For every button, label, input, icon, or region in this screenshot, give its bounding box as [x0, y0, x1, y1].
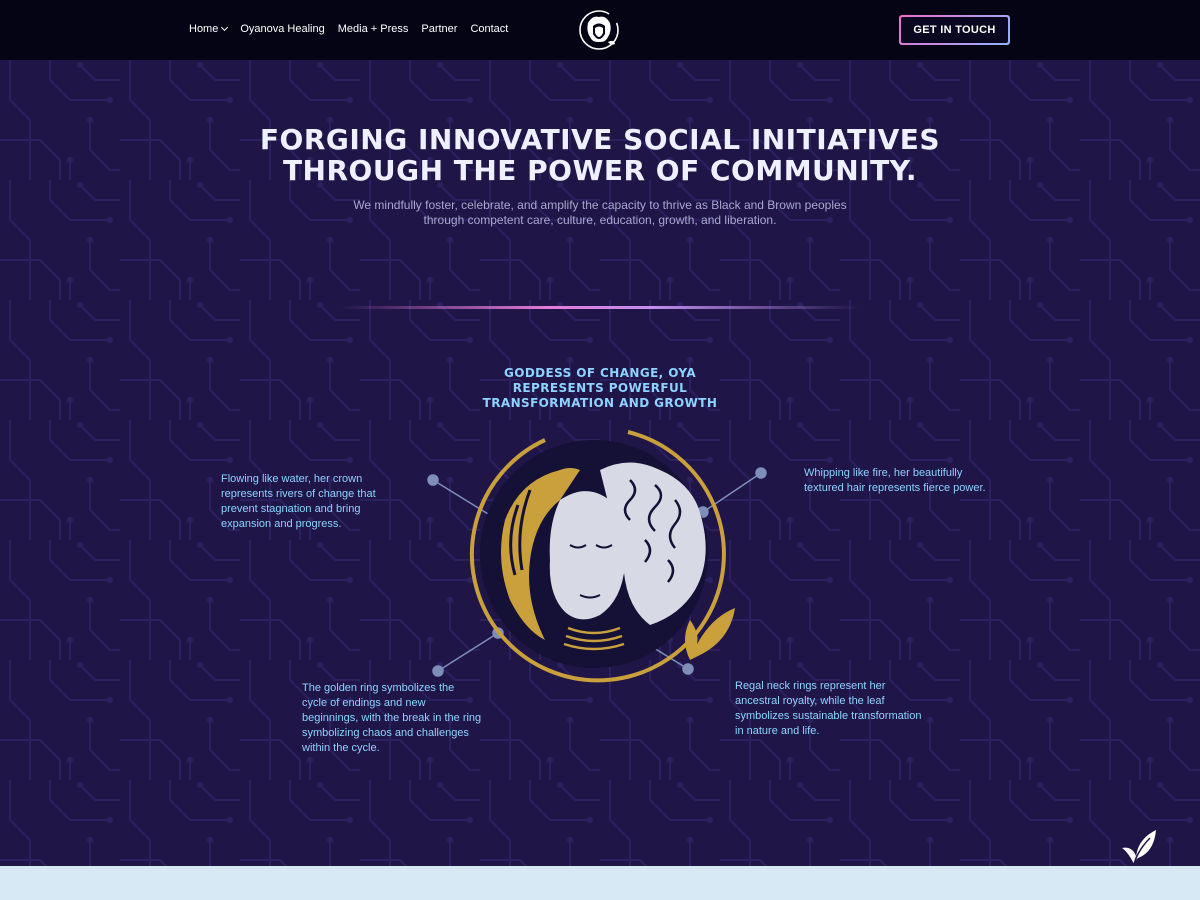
oya-emblem	[427, 430, 767, 683]
next-section-band	[0, 866, 1200, 900]
hero-headline: FORGING INNOVATIVE SOCIAL INITIATIVES TH…	[0, 124, 1200, 186]
nav-partner[interactable]: Partner	[421, 23, 457, 35]
nav-media-press[interactable]: Media + Press	[338, 23, 409, 35]
hero-subtext-line1: We mindfully foster, celebrate, and ampl…	[353, 198, 847, 212]
get-in-touch-label: GET IN TOUCH	[901, 17, 1008, 43]
nav-home[interactable]: Home	[189, 23, 229, 35]
emblem-title-line3: TRANSFORMATION AND GROWTH	[482, 396, 718, 410]
caption-neck-rings: Regal neck rings represent her ancestral…	[735, 680, 922, 737]
leaf-icon[interactable]	[1118, 826, 1158, 866]
nav-home-label: Home	[189, 23, 219, 35]
hero-subtext-line2: through competent care, culture, educati…	[423, 213, 777, 227]
get-in-touch-button[interactable]: GET IN TOUCH	[899, 15, 1010, 45]
caption-hair: Whipping like fire, her beautifully text…	[804, 467, 986, 494]
caption-golden-ring: The golden ring symbolizes the cycle of …	[302, 682, 482, 754]
nav-oyanova-healing[interactable]: Oyanova Healing	[240, 23, 324, 35]
hero-headline-line2: THROUGH THE POWER OF COMMUNITY.	[282, 154, 918, 187]
emblem-title: GODDESS OF CHANGE, OYA REPRESENTS POWERF…	[470, 366, 730, 411]
main-nav: Home Oyanova Healing Media + Press Partn…	[189, 23, 508, 35]
emblem-title-line2: REPRESENTS POWERFUL	[512, 381, 688, 395]
gradient-divider	[340, 306, 860, 309]
top-nav-bar: Home Oyanova Healing Media + Press Partn…	[0, 0, 1200, 60]
hero-headline-line1: FORGING INNOVATIVE SOCIAL INITIATIVES	[259, 123, 941, 156]
logo-icon[interactable]	[578, 9, 620, 51]
emblem-title-line1: GODDESS OF CHANGE, OYA	[503, 366, 697, 380]
chevron-down-icon	[221, 23, 229, 32]
nav-contact[interactable]: Contact	[470, 23, 508, 35]
caption-crown: Flowing like water, her crown represents…	[221, 473, 376, 530]
hero-subtext: We mindfully foster, celebrate, and ampl…	[330, 198, 870, 228]
